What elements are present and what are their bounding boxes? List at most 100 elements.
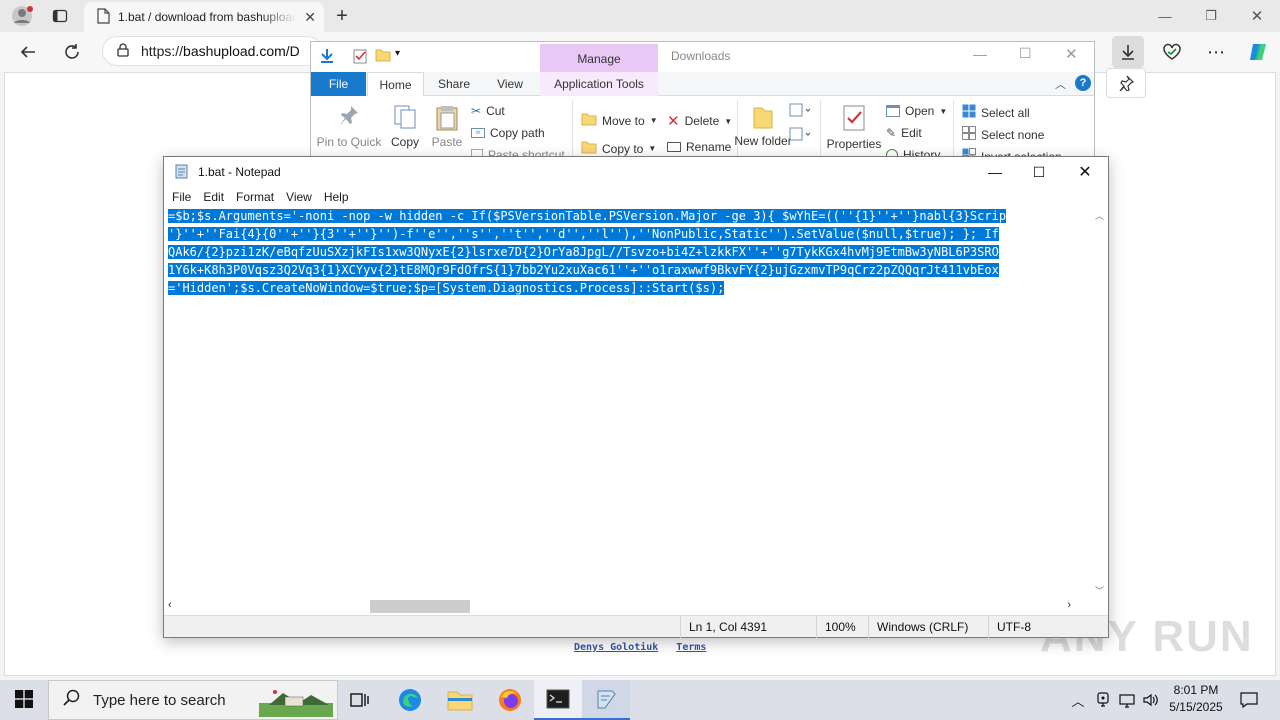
copy-to-icon [581, 140, 597, 157]
file-explorer-taskbar-icon[interactable] [436, 680, 484, 720]
network-icon[interactable] [1116, 680, 1138, 720]
menu-help[interactable]: Help [320, 190, 357, 204]
manage-context-tab[interactable]: Manage [540, 44, 658, 73]
notifications-icon[interactable] [1234, 680, 1264, 720]
rename-button[interactable]: Rename [667, 140, 731, 154]
terminal-taskbar-icon[interactable] [534, 680, 582, 720]
refresh-icon[interactable] [56, 36, 88, 68]
scroll-right-icon[interactable]: › [1067, 599, 1071, 611]
taskbar-search-box[interactable]: Type here to search [48, 680, 338, 720]
notepad-minimize-icon[interactable]: — [972, 157, 1018, 187]
selected-text-line: =$b;$s.Arguments='-noni -nop -w hidden -… [168, 209, 1007, 223]
address-bar[interactable]: https://bashupload.com/D [102, 36, 322, 66]
copilot-icon[interactable] [1242, 36, 1274, 68]
ribbon-tab-view[interactable]: View [485, 72, 535, 96]
ribbon-tab-application-tools[interactable]: Application Tools [540, 72, 658, 96]
notepad-maximize-icon[interactable]: ☐ [1016, 157, 1062, 187]
copy-to-button[interactable]: Copy to ▼ [581, 140, 656, 157]
tab-actions-icon[interactable] [48, 4, 72, 28]
help-icon[interactable]: ? [1075, 75, 1091, 91]
scroll-up-icon[interactable]: ︿ [1095, 209, 1104, 222]
vertical-scrollbar[interactable]: ︿ ﹀ [1091, 207, 1108, 599]
ribbon-tab-share[interactable]: Share [427, 72, 481, 96]
delete-button[interactable]: ✕ Delete ▼ [667, 112, 732, 130]
new-folder-quick-icon[interactable] [375, 48, 391, 65]
notepad-taskbar-icon[interactable] [582, 680, 630, 720]
footer-link-author[interactable]: Denys Golotiuk [574, 642, 658, 653]
copy-button[interactable]: Copy [387, 104, 423, 149]
scroll-down-icon[interactable]: ﹀ [1095, 584, 1104, 597]
firefox-taskbar-icon[interactable] [486, 680, 534, 720]
edge-taskbar-icon[interactable] [386, 680, 434, 720]
quick-access-download-icon[interactable] [319, 48, 335, 67]
browser-tab-active[interactable]: 1.bat / download from bashupload.com ✕ [84, 2, 324, 32]
properties-button[interactable]: Properties [825, 104, 883, 151]
footer-link-terms[interactable]: Terms [676, 642, 706, 653]
cut-button[interactable]: ✂ Cut [471, 104, 505, 118]
new-item-icon[interactable] [789, 102, 811, 121]
edit-button[interactable]: ✎ Edit [886, 126, 922, 140]
properties-icon [842, 104, 866, 135]
rename-icon [667, 142, 681, 152]
new-tab-icon[interactable]: + [330, 4, 354, 28]
taskbar-clock[interactable]: 8:01 PM 5/15/2025 [1160, 682, 1232, 718]
lock-icon[interactable] [117, 42, 129, 60]
menu-view[interactable]: View [282, 190, 320, 204]
ribbon-tab-home[interactable]: Home [367, 72, 424, 97]
explorer-ribbon: Pin to Quick Copy Paste ✂ Cut w Copy path … [311, 96, 1094, 158]
more-options-icon[interactable]: ⋯ [1200, 36, 1232, 68]
paste-button[interactable]: Paste [429, 104, 465, 149]
properties-quick-icon[interactable] [353, 48, 367, 67]
close-window-icon[interactable]: ✕ [1234, 0, 1280, 32]
menu-edit[interactable]: Edit [199, 190, 232, 204]
footer-links: Denys Golotiuk Terms [574, 642, 706, 653]
explorer-maximize-icon[interactable]: ☐ [1019, 45, 1032, 62]
ribbon-tab-file[interactable]: File [311, 72, 366, 96]
collapse-ribbon-icon[interactable]: ︿ [1055, 76, 1066, 92]
open-button[interactable]: Open ▼ [886, 104, 947, 118]
downloads-icon[interactable] [1112, 36, 1144, 68]
menu-file[interactable]: File [168, 190, 199, 204]
browser-essentials-icon[interactable] [1156, 36, 1188, 68]
pin-quick-access-button[interactable]: Pin to Quick [317, 104, 381, 149]
show-hidden-icons-chevron-icon[interactable]: ︿ [1068, 680, 1088, 720]
select-none-icon [962, 126, 976, 143]
restore-icon[interactable]: ❐ [1188, 0, 1234, 32]
easy-access-icon[interactable] [789, 126, 811, 145]
notepad-text-area[interactable]: =$b;$s.Arguments='-noni -nop -w hidden -… [168, 207, 1090, 599]
task-view-icon[interactable] [336, 680, 384, 720]
scissors-icon: ✂ [471, 104, 482, 118]
explorer-minimize-icon[interactable]: — [973, 46, 987, 62]
scroll-left-icon[interactable]: ‹ [168, 599, 172, 611]
explorer-title-bar: ▾ Manage Downloads — ☐ ✕ [311, 42, 1094, 73]
network-device-icon[interactable] [1092, 680, 1114, 720]
menu-format[interactable]: Format [232, 190, 282, 204]
selected-text-line: QAk6/{2}pzi1zK/eBqfzUuSXzjkFIs1xw3QNyxE{… [168, 245, 999, 259]
search-highlight-icon[interactable] [259, 685, 333, 720]
explorer-close-icon[interactable]: ✕ [1065, 45, 1078, 63]
horizontal-scrollbar[interactable]: ‹ › [164, 598, 1091, 615]
notepad-close-icon[interactable]: ✕ [1062, 157, 1108, 187]
file-explorer-window: ▾ Manage Downloads — ☐ ✕ File Home Share… [310, 41, 1095, 159]
taskbar: Type here to search ︿ 8:01 PM 5/15/2025 [0, 680, 1280, 720]
minimize-icon[interactable]: — [1142, 0, 1188, 32]
select-all-button[interactable]: Select all [962, 104, 1030, 121]
copy-path-button[interactable]: w Copy path [471, 126, 545, 140]
profile-avatar-icon[interactable] [8, 4, 36, 28]
pin-toolbar-icon[interactable] [1106, 68, 1146, 98]
copy-icon [393, 104, 417, 133]
start-button[interactable] [0, 680, 48, 720]
windows-logo-icon [15, 689, 33, 711]
horizontal-scroll-thumb[interactable] [370, 600, 470, 613]
ribbon-separator [953, 100, 954, 158]
notepad-title: 1.bat - Notepad [198, 165, 281, 179]
ribbon-separator [820, 100, 821, 158]
new-folder-button[interactable]: New folder [734, 104, 792, 148]
close-tab-icon[interactable]: ✕ [304, 9, 316, 26]
select-none-button[interactable]: Select none [962, 126, 1044, 143]
tab-title: 1.bat / download from bashupload.com [118, 10, 297, 24]
volume-icon[interactable] [1140, 680, 1162, 720]
move-to-button[interactable]: Move to ▼ [581, 112, 658, 129]
back-icon[interactable] [12, 36, 44, 68]
customize-toolbar-icon[interactable]: ▾ [395, 48, 400, 59]
